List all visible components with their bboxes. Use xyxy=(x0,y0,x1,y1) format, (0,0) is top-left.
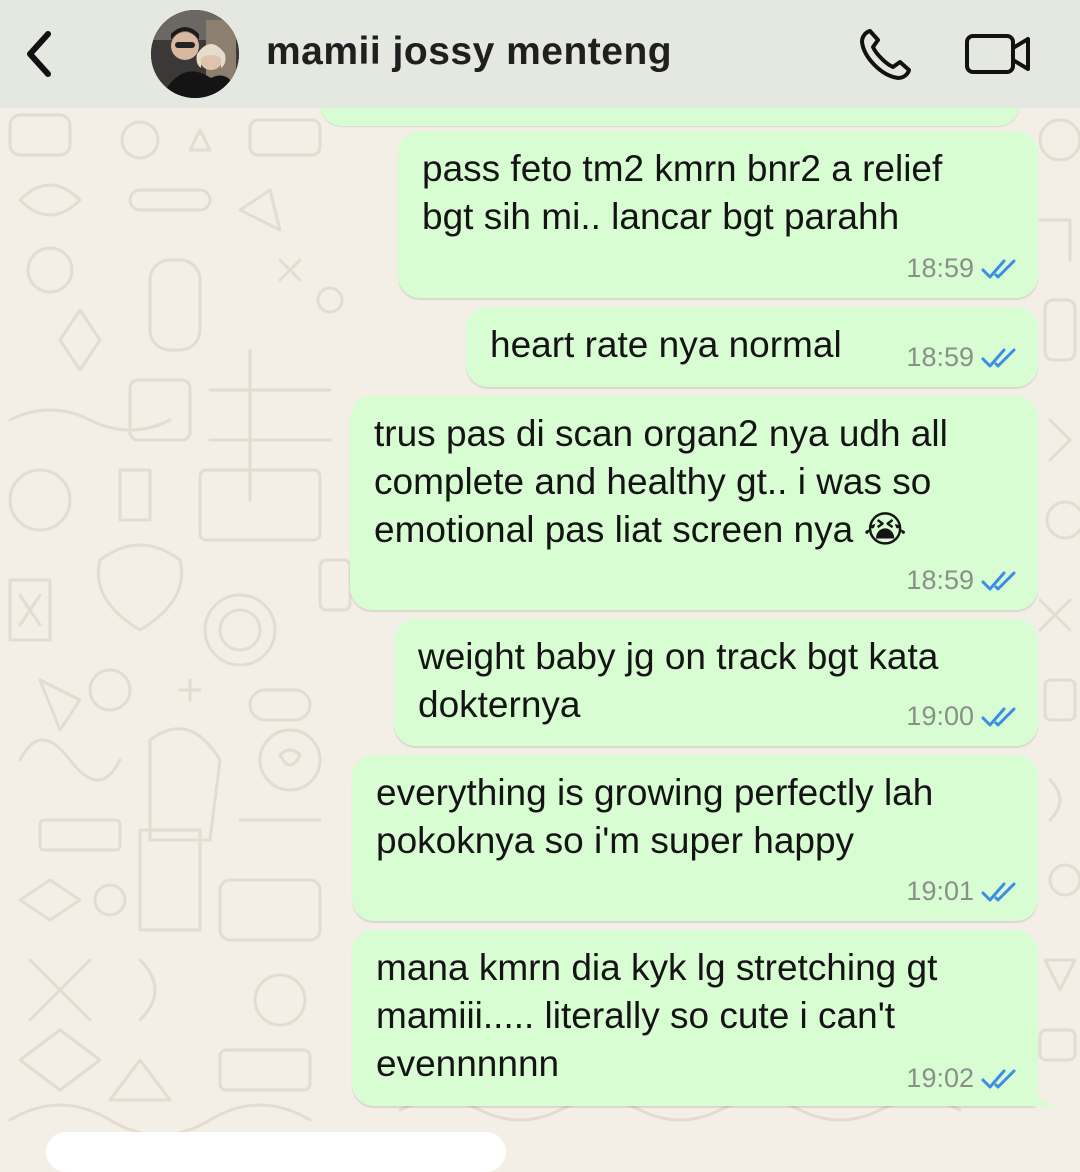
message-input-edge[interactable] xyxy=(46,1132,506,1172)
avatar[interactable] xyxy=(151,10,239,98)
double-check-icon xyxy=(981,882,1016,901)
message-time: 18:59 xyxy=(906,342,974,372)
message-meta: 19:00 xyxy=(906,701,1020,732)
message-meta: 18:59 xyxy=(906,565,1020,596)
back-button[interactable] xyxy=(20,26,60,82)
message-meta: 18:59 xyxy=(906,342,1020,373)
message-bubble[interactable]: weight baby jg on track bgt kata doktern… xyxy=(394,619,1038,746)
message-text: trus pas di scan organ2 nya udh all comp… xyxy=(374,413,948,550)
double-check-icon xyxy=(981,707,1016,726)
avatar-photo xyxy=(151,10,239,98)
message-meta: 18:59 xyxy=(906,253,1020,284)
message-time: 19:01 xyxy=(906,876,974,906)
message-time: 19:00 xyxy=(906,701,974,731)
message-text: heart rate nya normal xyxy=(490,324,842,365)
message-meta: 19:02 xyxy=(906,1063,1020,1094)
message-text: weight baby jg on track bgt kata doktern… xyxy=(418,636,939,725)
chat-header: mamii jossy menteng xyxy=(0,0,1080,108)
bubble-tail xyxy=(1030,1084,1058,1107)
message-bubble[interactable]: pass feto tm2 kmrn bnr2 a relief bgt sih… xyxy=(398,131,1038,298)
video-call-button[interactable] xyxy=(964,30,1032,78)
message-bubble[interactable]: trus pas di scan organ2 nya udh all comp… xyxy=(350,396,1038,610)
voice-call-button[interactable] xyxy=(856,26,914,84)
double-check-icon xyxy=(981,1069,1016,1088)
message-bubble[interactable]: everything is growing perfectly lah poko… xyxy=(352,755,1038,921)
chevron-left-icon xyxy=(27,31,51,77)
contact-name[interactable]: mamii jossy menteng xyxy=(266,30,672,74)
message-time: 18:59 xyxy=(906,253,974,283)
double-check-icon xyxy=(981,259,1016,278)
message-meta: 19:01 xyxy=(906,876,1020,907)
message-text: everything is growing perfectly lah poko… xyxy=(376,772,934,861)
video-camera-icon xyxy=(965,34,1030,74)
message-time: 19:02 xyxy=(906,1063,974,1093)
message-time: 18:59 xyxy=(906,565,974,595)
message-bubble[interactable]: heart rate nya normal 18:59 xyxy=(466,307,1038,387)
message-text: pass feto tm2 kmrn bnr2 a relief bgt sih… xyxy=(422,148,943,237)
double-check-icon xyxy=(981,348,1016,367)
double-check-icon xyxy=(981,571,1016,590)
phone-icon xyxy=(860,29,911,80)
message-bubble[interactable]: mana kmrn dia kyk lg stretching gt mamii… xyxy=(352,930,1038,1106)
message-text: mana kmrn dia kyk lg stretching gt mamii… xyxy=(376,947,938,1084)
